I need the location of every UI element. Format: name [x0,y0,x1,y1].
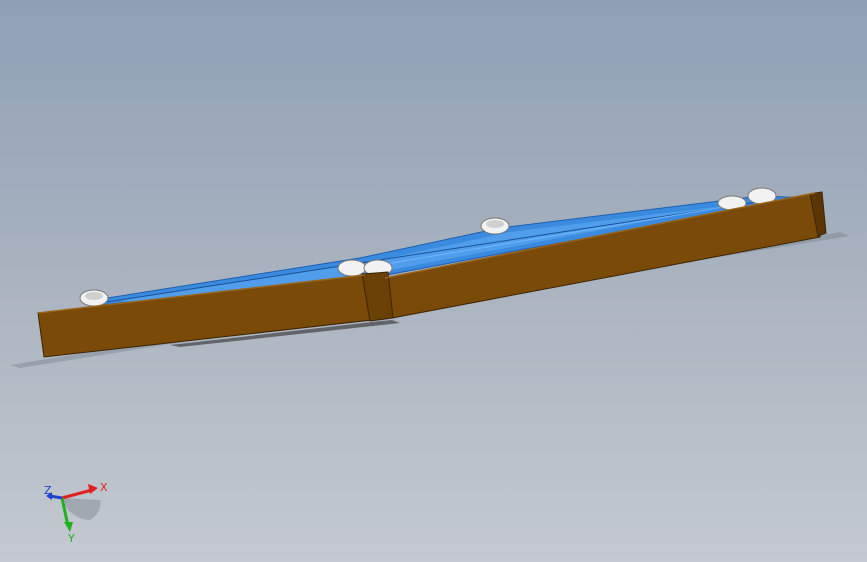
coordinate-triad: X Y Z [44,481,108,545]
roller [79,289,109,307]
x-axis-arrow [61,488,93,500]
y-axis-arrowhead [64,522,73,532]
graphics-viewport[interactable]: X Y Z [0,0,867,562]
x-axis-label: X [100,481,108,494]
3d-model[interactable] [0,0,867,562]
roller [480,217,510,235]
x-axis-arrowhead [88,484,98,494]
triad-shadow [62,498,101,520]
z-axis-label: Z [44,484,52,497]
y-axis-label: Y [67,532,75,545]
